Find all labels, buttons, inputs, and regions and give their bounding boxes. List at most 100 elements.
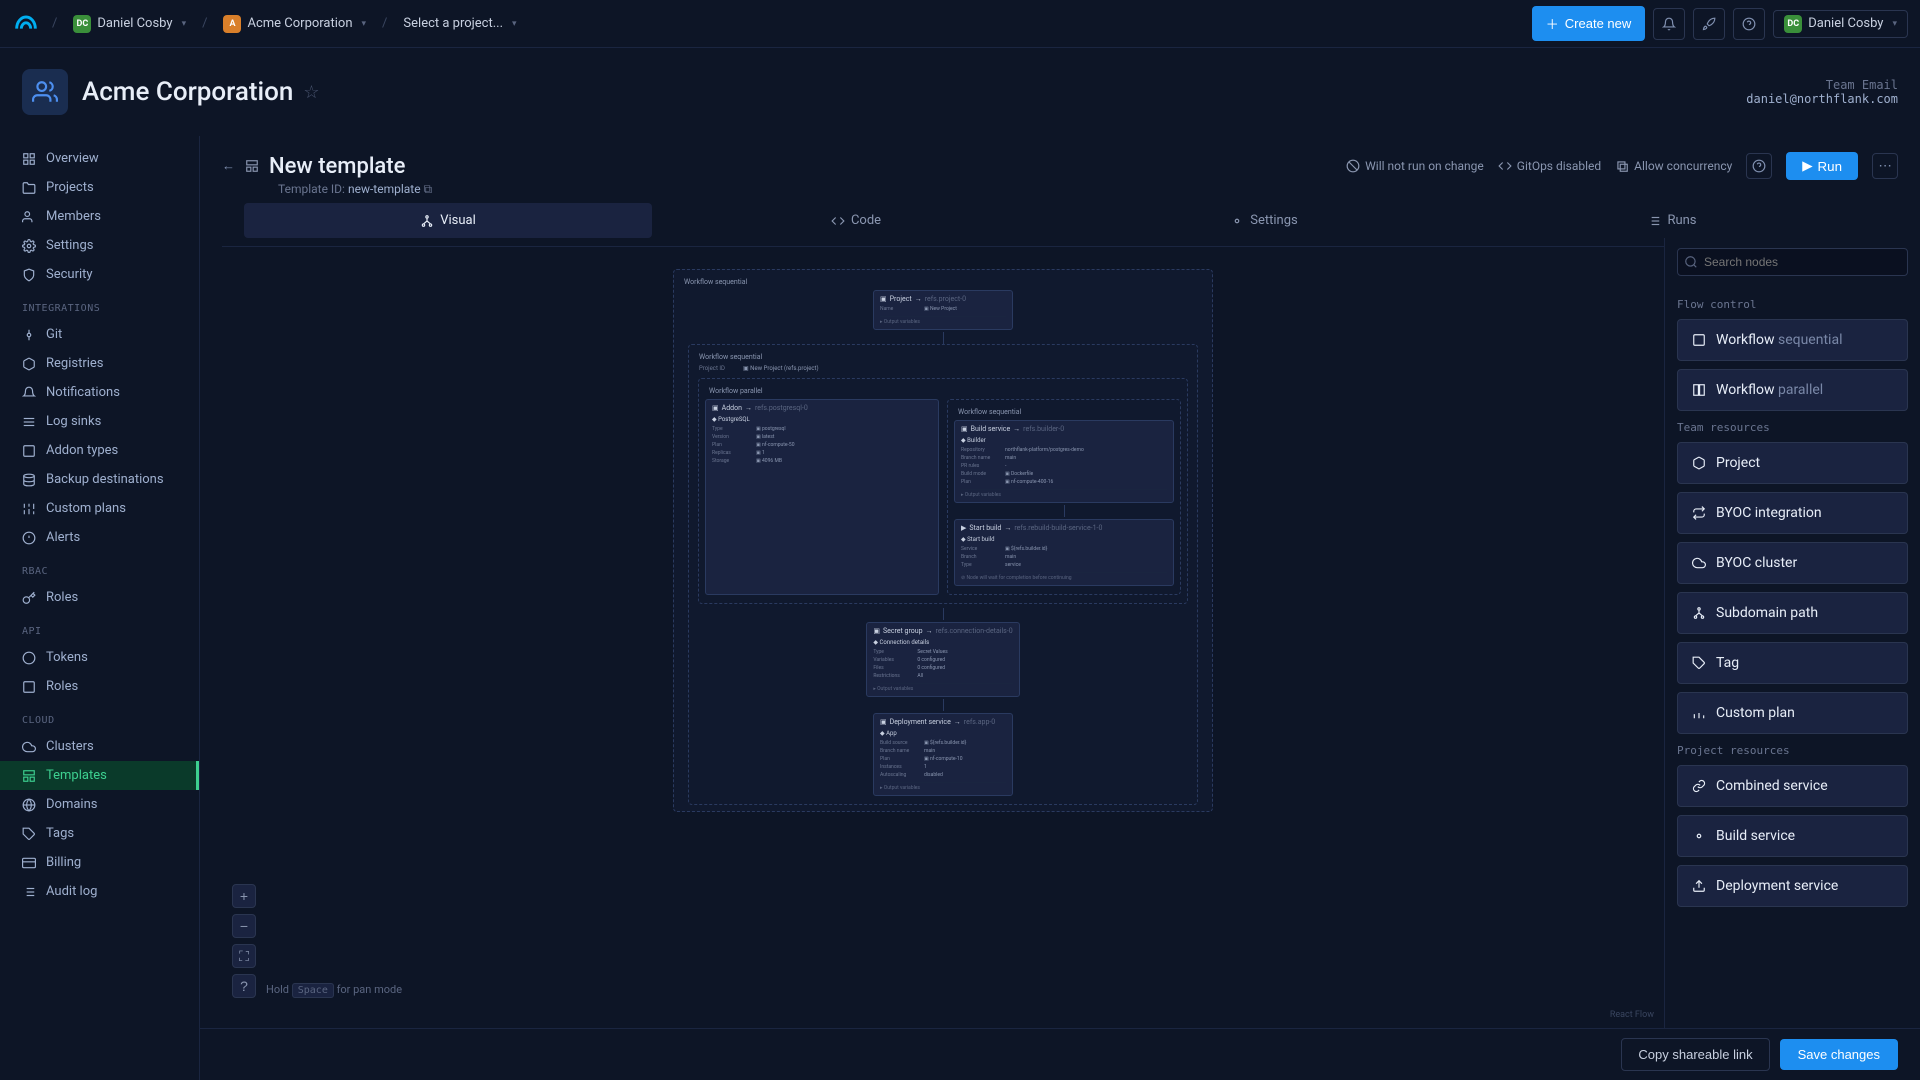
node-item-build-service[interactable]: Build service	[1677, 815, 1908, 857]
sidebar-item-projects[interactable]: Projects	[0, 173, 199, 202]
sidebar-item-logsinks[interactable]: Log sinks	[0, 407, 199, 436]
tab-visual[interactable]: Visual	[244, 203, 652, 238]
zoom-in-button[interactable]: +	[232, 884, 256, 908]
node-label: Project	[1716, 455, 1760, 471]
create-new-button[interactable]: ＋ Create new	[1532, 6, 1646, 41]
sidebar-item-alerts[interactable]: Alerts	[0, 523, 199, 552]
breadcrumb-separator: /	[382, 16, 387, 31]
tab-label: Settings	[1250, 213, 1297, 228]
avatar-badge: A	[223, 15, 241, 33]
node-item-deployment[interactable]: Deployment service	[1677, 865, 1908, 907]
sidebar-item-templates[interactable]: Templates	[0, 761, 199, 790]
more-button[interactable]: ⋯	[1872, 153, 1898, 179]
org-title: Acme Corporation	[82, 77, 293, 107]
wf-node-startbuild[interactable]: ▶ Start build → refs.rebuild-build-servi…	[954, 519, 1174, 586]
breadcrumb-user-label: Daniel Cosby	[97, 16, 172, 31]
sidebar-label: Log sinks	[46, 414, 101, 429]
breadcrumb-project-label: Select a project...	[403, 16, 503, 31]
status-gitops[interactable]: GitOps disabled	[1498, 159, 1601, 173]
wf-node-secret[interactable]: ▣ Secret group → refs.connection-details…	[866, 622, 1019, 697]
sidebar-item-registries[interactable]: Registries	[0, 349, 199, 378]
tab-runs[interactable]: Runs	[1468, 203, 1876, 238]
sidebar-label: Git	[46, 327, 62, 342]
status-label: Allow concurrency	[1634, 159, 1732, 173]
help-button[interactable]	[1733, 8, 1765, 40]
sidebar-item-overview[interactable]: Overview	[0, 144, 199, 173]
node-item-subdomain[interactable]: Subdomain path	[1677, 592, 1908, 634]
run-label: Run	[1818, 159, 1842, 174]
link-icon	[1692, 779, 1706, 793]
breadcrumb-org[interactable]: A Acme Corporation ▾	[215, 11, 374, 37]
sidebar-item-tags[interactable]: Tags	[0, 819, 199, 848]
tabs: Visual Code Settings Runs	[222, 203, 1898, 238]
node-item-custom-plan[interactable]: Custom plan	[1677, 692, 1908, 734]
panel-heading-team: Team resources	[1677, 421, 1908, 434]
back-button[interactable]: ←	[222, 158, 235, 174]
sidebar-label: Clusters	[46, 739, 94, 754]
panel-heading-project: Project resources	[1677, 744, 1908, 757]
tab-label: Visual	[440, 213, 476, 228]
help-icon	[1742, 17, 1756, 31]
copy-link-button[interactable]: Copy shareable link	[1621, 1038, 1769, 1071]
search-nodes-input[interactable]	[1677, 248, 1908, 276]
sidebar-item-roles-rbac[interactable]: Roles	[0, 583, 199, 612]
sidebar-item-git[interactable]: Git	[0, 320, 199, 349]
workflow-diagram: Workflow sequential ▣ Project → refs.pro…	[673, 267, 1213, 814]
node-item-project[interactable]: Project	[1677, 442, 1908, 484]
sidebar-label: Overview	[46, 151, 99, 166]
alert-icon	[22, 531, 36, 545]
sidebar-item-addontypes[interactable]: Addon types	[0, 436, 199, 465]
sidebar-item-roles-api[interactable]: Roles	[0, 672, 199, 701]
sidebar-label: Domains	[46, 797, 97, 812]
sidebar: Overview Projects Members Settings Secur…	[0, 136, 200, 1080]
help-icon	[1752, 159, 1766, 173]
breadcrumb-separator: /	[202, 16, 207, 31]
create-new-label: Create new	[1565, 16, 1631, 31]
sidebar-item-settings[interactable]: Settings	[0, 231, 199, 260]
sidebar-item-security[interactable]: Security	[0, 260, 199, 289]
info-button[interactable]	[1746, 153, 1772, 179]
sidebar-item-clusters[interactable]: Clusters	[0, 732, 199, 761]
sidebar-item-tokens[interactable]: Tokens	[0, 643, 199, 672]
status-concurrency[interactable]: Allow concurrency	[1615, 159, 1732, 173]
canvas[interactable]: Workflow sequential ▣ Project → refs.pro…	[222, 246, 1664, 1028]
save-changes-button[interactable]: Save changes	[1780, 1039, 1898, 1070]
key-icon	[22, 591, 36, 605]
changelog-button[interactable]	[1693, 8, 1725, 40]
node-item-byoc-cluster[interactable]: BYOC cluster	[1677, 542, 1908, 584]
wf-node-build[interactable]: ▣ Build service → refs.builder-0 ◆ Build…	[954, 420, 1174, 503]
user-menu[interactable]: DC Daniel Cosby ▾	[1773, 10, 1908, 38]
sidebar-item-notifications[interactable]: Notifications	[0, 378, 199, 407]
node-label: Combined service	[1716, 778, 1828, 794]
zoom-out-button[interactable]: −	[232, 914, 256, 938]
tab-settings[interactable]: Settings	[1060, 203, 1468, 238]
node-item-combined[interactable]: Combined service	[1677, 765, 1908, 807]
fit-view-button[interactable]: ⛶	[232, 944, 256, 968]
sidebar-item-billing[interactable]: Billing	[0, 848, 199, 877]
org-icon	[22, 69, 68, 115]
sidebar-item-members[interactable]: Members	[0, 202, 199, 231]
sidebar-heading-integrations: INTEGRATIONS	[0, 289, 199, 320]
wf-node-project[interactable]: ▣ Project → refs.project-0 Name▣ New Pro…	[873, 290, 1013, 330]
star-icon[interactable]: ☆	[303, 82, 319, 103]
sidebar-item-backupdest[interactable]: Backup destinations	[0, 465, 199, 494]
wf-node-deploy[interactable]: ▣ Deployment service → refs.app-0 ◆ App …	[873, 713, 1013, 796]
kbd-space: Space	[292, 983, 334, 998]
sidebar-item-customplans[interactable]: Custom plans	[0, 494, 199, 523]
breadcrumb-user[interactable]: DC Daniel Cosby ▾	[65, 11, 194, 37]
status-willnotrun[interactable]: Will not run on change	[1346, 159, 1484, 173]
help-canvas-button[interactable]: ?	[232, 974, 256, 998]
copy-icon[interactable]: ⧉	[424, 182, 433, 196]
node-item-tag[interactable]: Tag	[1677, 642, 1908, 684]
node-item-byoc-integration[interactable]: BYOC integration	[1677, 492, 1908, 534]
node-item-workflow-parallel[interactable]: Workflow parallel	[1677, 369, 1908, 411]
run-button[interactable]: ▶Run	[1786, 152, 1858, 180]
sidebar-item-domains[interactable]: Domains	[0, 790, 199, 819]
breadcrumb-project[interactable]: Select a project... ▾	[395, 12, 524, 35]
tab-code[interactable]: Code	[652, 203, 1060, 238]
wf-node-addon[interactable]: ▣ Addon → refs.postgresql-0 ◆ PostgreSQL…	[705, 399, 939, 595]
sidebar-item-auditlog[interactable]: Audit log	[0, 877, 199, 906]
notifications-button[interactable]	[1653, 8, 1685, 40]
status-label: GitOps disabled	[1517, 159, 1601, 173]
node-item-workflow-sequential[interactable]: Workflow sequential	[1677, 319, 1908, 361]
